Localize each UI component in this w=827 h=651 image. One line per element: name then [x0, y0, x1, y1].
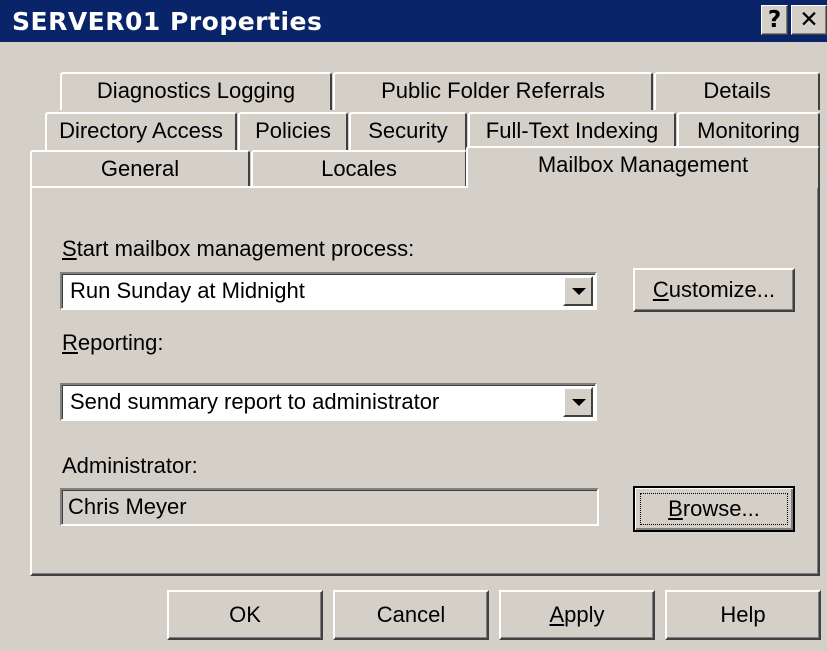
customize-accesskey: C [652, 277, 669, 302]
tab-mailbox-management[interactable]: Mailbox Management [466, 146, 820, 188]
tab-security[interactable]: Security [349, 112, 467, 150]
start-process-label-text: tart mailbox management process: [76, 236, 415, 261]
browse-button[interactable]: Browse... [633, 486, 795, 532]
tab-public-folder-referrals[interactable]: Public Folder Referrals [333, 72, 653, 110]
focus-rectangle [640, 493, 788, 525]
tab-monitoring[interactable]: Monitoring [677, 112, 820, 150]
ok-button[interactable]: OK [167, 590, 323, 640]
customize-label: ustomize... [668, 277, 776, 302]
tab-directory-access[interactable]: Directory Access [45, 112, 237, 150]
tab-full-text-indexing[interactable]: Full-Text Indexing [468, 112, 676, 150]
start-process-value: Run Sunday at Midnight [70, 278, 305, 303]
apply-label: pply [564, 602, 605, 627]
start-process-dropdown[interactable]: Run Sunday at Midnight [60, 272, 597, 310]
reporting-label: Reporting: [62, 330, 164, 356]
reporting-accesskey: R [62, 330, 78, 355]
start-process-accesskey: S [62, 236, 77, 261]
apply-button[interactable]: Apply [499, 590, 655, 640]
administrator-field: Chris Meyer [60, 488, 599, 526]
tab-locales[interactable]: Locales [251, 150, 467, 188]
reporting-dropdown[interactable]: Send summary report to administrator [60, 383, 597, 421]
title-bar: SERVER01 Properties ? ✕ [0, 0, 827, 42]
apply-accesskey: A [549, 602, 565, 627]
chevron-down-icon[interactable] [563, 387, 593, 417]
close-icon[interactable]: ✕ [791, 5, 827, 35]
start-process-label: Start mailbox management process: [62, 236, 414, 262]
properties-dialog: SERVER01 Properties ? ✕ Diagnostics Logg… [0, 0, 827, 651]
window-title: SERVER01 Properties [12, 7, 323, 36]
help-icon[interactable]: ? [761, 5, 788, 35]
tab-diagnostics-logging[interactable]: Diagnostics Logging [60, 72, 332, 110]
reporting-label-text: eporting: [77, 330, 164, 355]
chevron-down-icon[interactable] [563, 276, 593, 306]
reporting-value: Send summary report to administrator [70, 389, 440, 414]
help-button[interactable]: Help [665, 590, 821, 640]
administrator-label: Administrator: [62, 453, 198, 478]
customize-button[interactable]: Customize... [633, 268, 795, 312]
administrator-value: Chris Meyer [68, 494, 187, 519]
tab-general[interactable]: General [30, 150, 250, 188]
tab-details[interactable]: Details [654, 72, 820, 110]
cancel-button[interactable]: Cancel [333, 590, 489, 640]
tab-policies[interactable]: Policies [238, 112, 348, 150]
